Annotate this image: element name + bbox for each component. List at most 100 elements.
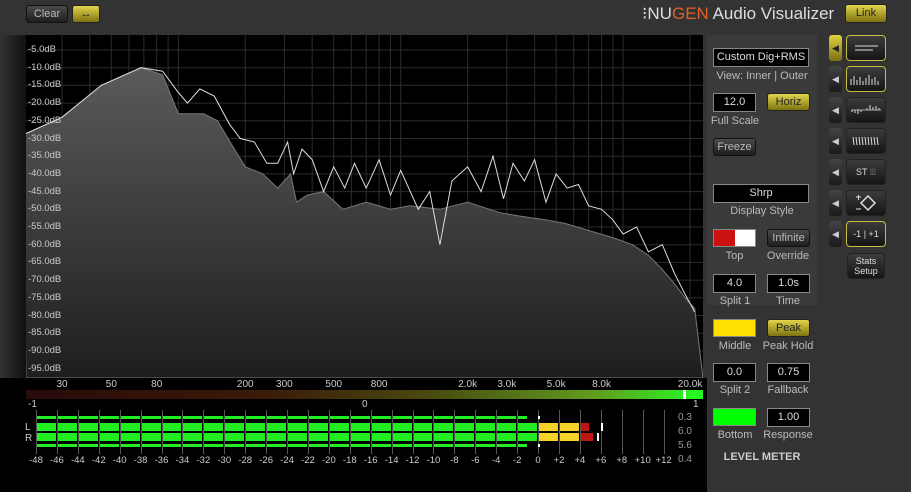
arrow-left-icon[interactable]: ◀ [829, 159, 842, 185]
left-rms-segment [497, 416, 517, 419]
spectrum-svg [22, 35, 704, 379]
split1-label: Split 1 [719, 295, 751, 307]
brand-accent: GEN [671, 4, 709, 23]
spectrum-bars-button[interactable] [846, 66, 886, 92]
left-peak-segment [183, 423, 203, 431]
right-rms-segment [308, 444, 328, 447]
left-rms-segment [288, 416, 307, 419]
right-rms-segment [497, 444, 517, 447]
y-tick-label: -55.0dB [28, 221, 62, 232]
time-field[interactable]: 1.0s [767, 274, 810, 293]
x-tick-label: 50 [105, 379, 117, 390]
top-color-swatch[interactable] [713, 229, 756, 247]
readout-right-rms: 0.4 [678, 454, 692, 465]
phase-button[interactable] [846, 128, 886, 154]
right-peak-segment [288, 433, 307, 441]
meter-grid-line [579, 410, 581, 454]
right-rms-segment [141, 444, 161, 447]
right-peak-segment [246, 433, 266, 441]
arrow-left-icon[interactable]: ◀ [829, 66, 842, 92]
y-tick-label: -20.0dB [28, 97, 62, 109]
right-rms-segment [57, 444, 77, 447]
x-tick-label: 3.0k [497, 379, 517, 390]
x-tick-label: 500 [325, 379, 343, 390]
left-peak-segment [413, 423, 433, 431]
display-style-field[interactable]: Shrp [713, 184, 809, 203]
split1-field[interactable]: 4.0 [713, 274, 756, 293]
correlation-button[interactable]: -1 | +1 [846, 221, 886, 247]
right-rms-segment [476, 444, 496, 447]
x-tick-label: 30 [56, 379, 68, 390]
right-rms-segment [392, 444, 412, 447]
left-rms-segment [434, 416, 454, 419]
meter-tick-label: -38 [133, 455, 148, 466]
left-peak-segment [162, 423, 182, 431]
response-field[interactable]: 1.00 [767, 408, 810, 427]
spectrum-plot[interactable] [22, 35, 704, 379]
arrow-left-icon[interactable]: ◀ [829, 221, 842, 247]
link-button[interactable]: Link [845, 4, 887, 23]
channel-left-label: L [25, 422, 31, 433]
infinite-button[interactable]: Infinite [767, 229, 810, 247]
view-label[interactable]: View: Inner | Outer [707, 70, 817, 82]
left-peak-segment [225, 423, 245, 431]
clear-button[interactable]: Clear [26, 5, 68, 23]
meter-grid-line [642, 410, 644, 454]
waveform-button[interactable] [846, 97, 886, 123]
x-tick-label: 20.0k [677, 379, 703, 390]
response-label: Response [763, 429, 813, 441]
right-rms-segment [120, 444, 140, 447]
arrow-left-icon[interactable]: ◀ [829, 97, 842, 123]
meter-tick-label: -24 [280, 455, 294, 466]
right-peak-segment [560, 433, 579, 441]
freeze-button[interactable]: Freeze [713, 138, 756, 156]
x-tick-label: 80 [151, 379, 163, 390]
meter-tick-label: -28 [238, 455, 253, 466]
minus-one-label: -1 [853, 229, 862, 239]
vectorscope-button[interactable] [846, 190, 886, 216]
full-scale-field[interactable]: 12.0 [713, 93, 756, 112]
split2-label: Split 2 [719, 384, 751, 396]
bottom-color-swatch[interactable] [713, 408, 756, 426]
meter-tick-label: -14 [384, 455, 399, 466]
split2-field[interactable]: 0.0 [713, 363, 756, 382]
peak-button[interactable]: Peak [767, 319, 810, 337]
time-label: Time [775, 295, 801, 307]
fallback-field[interactable]: 0.75 [767, 363, 810, 382]
y-tick-label: -90.0dB [28, 344, 62, 356]
right-peak-segment [539, 433, 558, 441]
stats-setup-button[interactable]: Stats Setup [847, 253, 885, 279]
right-peak-segment [434, 433, 454, 441]
arrow-left-icon[interactable]: ◀ [829, 190, 842, 216]
right-peak-segment [267, 433, 287, 441]
y-tick-label: -5.0dB [28, 44, 56, 55]
right-rms-segment [518, 444, 527, 447]
arrow-left-icon[interactable]: ◀ [829, 35, 842, 61]
left-peak-segment [518, 423, 538, 431]
preset-field[interactable]: Custom Dig+RMS [713, 48, 809, 67]
y-tick-label: -10.0dB [28, 61, 62, 73]
left-peak-segment [267, 423, 287, 431]
right-rms-segment [350, 444, 370, 447]
left-rms-segment [350, 416, 370, 419]
swap-icon[interactable]: ↔ [72, 5, 100, 23]
left-rms-segment [57, 416, 77, 419]
meter-tick-label: 0 [535, 455, 541, 466]
left-rms-segment [141, 416, 161, 419]
right-peak-segment [162, 433, 182, 441]
right-rms-segment [246, 444, 266, 447]
left-peak-segment [141, 423, 161, 431]
y-tick-label: -60.0dB [28, 238, 62, 250]
right-peak-segment [497, 433, 517, 441]
left-rms-segment [78, 416, 98, 419]
lines-view-button[interactable] [846, 35, 886, 61]
left-rms-segment [120, 416, 140, 419]
horiz-button[interactable]: Horiz [767, 93, 810, 111]
left-peak-segment [371, 423, 391, 431]
correlation-bar [26, 390, 703, 399]
stereo-button[interactable]: ST ⦙⦙⦙ [846, 159, 886, 185]
middle-color-swatch[interactable] [713, 319, 756, 337]
arrow-left-icon[interactable]: ◀ [829, 128, 842, 154]
meter-grid-line [559, 410, 560, 454]
meter-tick-label: -10 [426, 455, 441, 466]
